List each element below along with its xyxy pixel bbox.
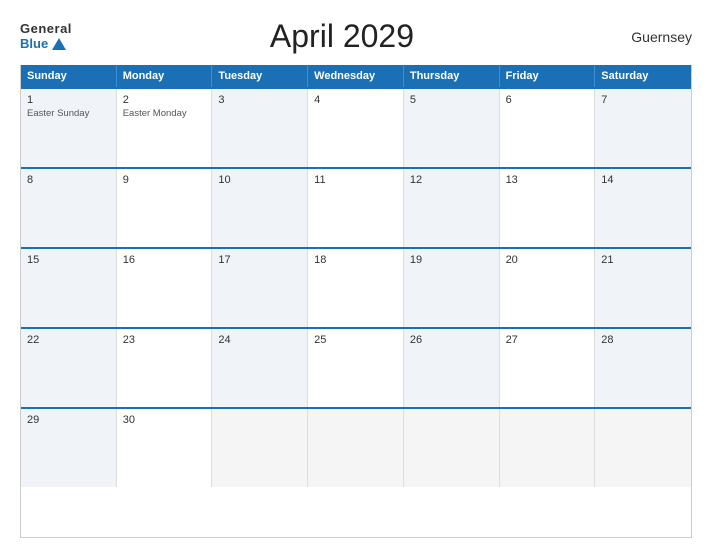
day-number: 14 [601,174,685,186]
table-row: 28 [595,329,691,407]
table-row [212,409,308,487]
col-wednesday: Wednesday [308,65,404,87]
logo: General Blue [20,22,72,51]
logo-blue-row: Blue [20,37,72,51]
day-number: 12 [410,174,493,186]
col-thursday: Thursday [404,65,500,87]
table-row [404,409,500,487]
day-number: 16 [123,254,206,266]
logo-general-text: General [20,22,72,36]
table-row: 11 [308,169,404,247]
holiday-label: Easter Monday [123,108,206,119]
day-number: 5 [410,94,493,106]
col-monday: Monday [117,65,213,87]
table-row: 9 [117,169,213,247]
table-row: 30 [117,409,213,487]
table-row: 12 [404,169,500,247]
day-number: 3 [218,94,301,106]
day-number: 22 [27,334,110,346]
table-row: 23 [117,329,213,407]
day-number: 28 [601,334,685,346]
week-row-5: 29 30 [21,407,691,487]
col-sunday: Sunday [21,65,117,87]
region-label: Guernsey [612,29,692,45]
col-tuesday: Tuesday [212,65,308,87]
day-number: 2 [123,94,206,106]
week-row-2: 8 9 10 11 12 13 14 [21,167,691,247]
page: General Blue April 2029 Guernsey Sunday … [0,0,712,550]
week-row-1: 1 Easter Sunday 2 Easter Monday 3 4 5 67 [21,87,691,167]
table-row: 22 [21,329,117,407]
day-number: 27 [506,334,589,346]
day-number: 8 [27,174,110,186]
day-number: 30 [123,414,206,426]
col-saturday: Saturday [595,65,691,87]
table-row: 4 [308,89,404,167]
table-row: 13 [500,169,596,247]
day-number: 26 [410,334,493,346]
calendar: Sunday Monday Tuesday Wednesday Thursday… [20,65,692,538]
day-number: 17 [218,254,301,266]
table-row: 26 [404,329,500,407]
day-number: 15 [27,254,110,266]
table-row: 10 [212,169,308,247]
week-row-3: 15 16 17 18 19 20 21 [21,247,691,327]
header: General Blue April 2029 Guernsey [20,18,692,55]
table-row: 2 Easter Monday [117,89,213,167]
table-row [308,409,404,487]
day-number: 24 [218,334,301,346]
holiday-label: Easter Sunday [27,108,110,119]
table-row: 1 Easter Sunday [21,89,117,167]
day-number: 10 [218,174,301,186]
table-row: 27 [500,329,596,407]
day-number: 19 [410,254,493,266]
table-row: 7 [595,89,691,167]
day-number: 1 [27,94,110,106]
calendar-header-row: Sunday Monday Tuesday Wednesday Thursday… [21,65,691,87]
table-row: 25 [308,329,404,407]
table-row: 19 [404,249,500,327]
table-row: 15 [21,249,117,327]
table-row: 6 [500,89,596,167]
table-row [595,409,691,487]
table-row: 18 [308,249,404,327]
day-number: 4 [314,94,397,106]
table-row: 24 [212,329,308,407]
col-friday: Friday [500,65,596,87]
day-number: 29 [27,414,110,426]
table-row: 8 [21,169,117,247]
day-number: 25 [314,334,397,346]
day-number: 21 [601,254,685,266]
day-number: 13 [506,174,589,186]
table-row [500,409,596,487]
day-number: 20 [506,254,589,266]
week-row-4: 22 23 24 25 26 27 28 [21,327,691,407]
table-row: 20 [500,249,596,327]
table-row: 21 [595,249,691,327]
table-row: 14 [595,169,691,247]
day-number: 11 [314,174,397,186]
calendar-title: April 2029 [72,18,612,55]
day-number: 7 [601,94,685,106]
day-number: 9 [123,174,206,186]
table-row: 3 [212,89,308,167]
logo-blue-text: Blue [20,37,48,51]
table-row: 16 [117,249,213,327]
day-number: 6 [506,94,589,106]
table-row: 5 [404,89,500,167]
day-number: 23 [123,334,206,346]
table-row: 17 [212,249,308,327]
table-row: 29 [21,409,117,487]
logo-triangle-icon [52,38,66,50]
day-number: 18 [314,254,397,266]
calendar-body: 1 Easter Sunday 2 Easter Monday 3 4 5 67 8 9 10 11 1… [21,87,691,487]
